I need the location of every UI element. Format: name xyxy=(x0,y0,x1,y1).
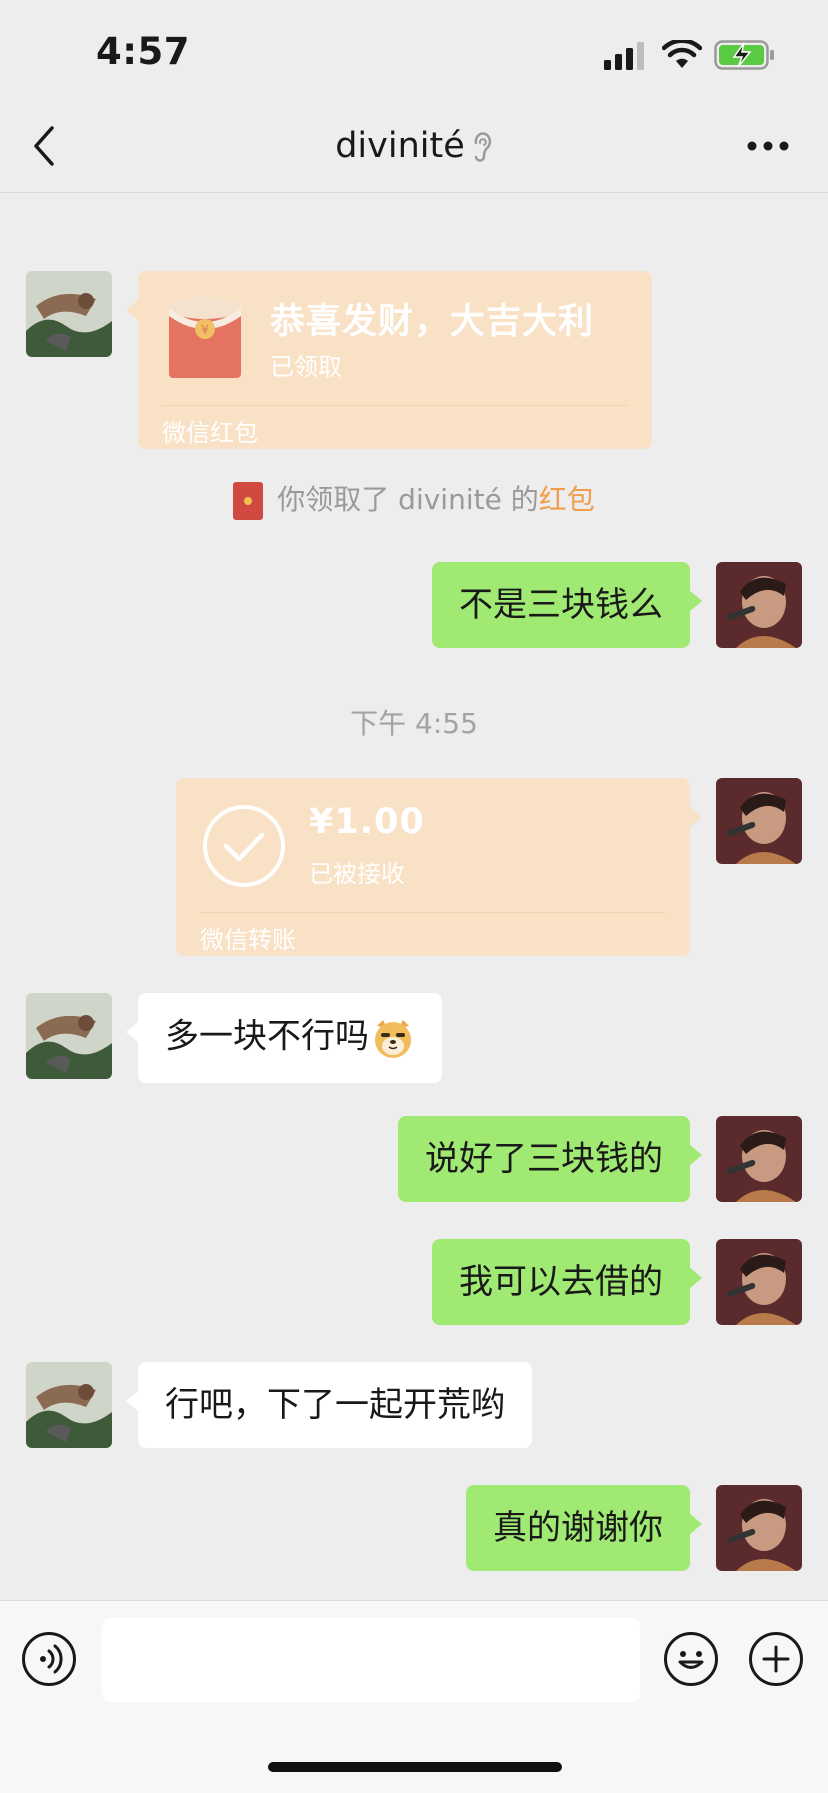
message-bubble-received[interactable]: 多一块不行吗 xyxy=(126,993,442,1083)
contact-avatar[interactable] xyxy=(26,993,112,1079)
self-avatar[interactable] xyxy=(716,1116,802,1202)
self-avatar[interactable] xyxy=(716,562,802,648)
wifi-icon xyxy=(662,40,702,68)
bubble-tail xyxy=(126,1021,139,1043)
chat-title-text: divinité xyxy=(335,126,465,166)
bubble-tail xyxy=(689,590,702,612)
message-bubble-sent[interactable]: 说好了三块钱的 xyxy=(398,1116,702,1202)
bubble-tail xyxy=(689,1513,702,1535)
transfer-status: 已被接收 xyxy=(309,860,405,888)
ellipsis-icon[interactable] xyxy=(746,140,790,152)
message-text: 行吧，下了一起开荒哟 xyxy=(165,1385,505,1425)
self-avatar[interactable] xyxy=(716,1485,802,1571)
red-packet-status: 已领取 xyxy=(270,353,342,381)
red-packet-footer: 微信红包 xyxy=(162,419,258,447)
system-note: 你领取了 divinité 的红包 xyxy=(0,478,828,520)
voice-button[interactable] xyxy=(22,1632,76,1686)
voice-icon xyxy=(40,1644,63,1674)
bubble-tail xyxy=(126,299,139,321)
self-avatar[interactable] xyxy=(716,1239,802,1325)
bubble-tail xyxy=(126,1390,139,1412)
ear-icon xyxy=(474,132,491,162)
time-divider: 下午 4:55 xyxy=(350,707,478,740)
message-bubble-sent[interactable]: 我可以去借的 xyxy=(432,1239,702,1325)
transfer-footer: 微信转账 xyxy=(200,926,296,954)
svg-text:¥: ¥ xyxy=(201,323,209,337)
status-time: 4:57 xyxy=(96,30,191,73)
message-bubble-sent[interactable]: 不是三块钱么 xyxy=(432,562,702,648)
red-packet-mini-icon xyxy=(233,482,264,520)
bubble-tail xyxy=(689,1144,702,1166)
red-packet-icon: ¥ xyxy=(169,297,241,378)
card-divider xyxy=(162,405,628,406)
message-text: 多一块不行吗 xyxy=(165,1016,369,1057)
chat-title: divinité xyxy=(0,124,828,168)
contact-avatar[interactable] xyxy=(26,1362,112,1448)
red-packet-card[interactable]: ¥ 恭喜发财，大吉大利 已领取 微信红包 xyxy=(126,271,652,449)
message-text: 不是三块钱么 xyxy=(459,585,663,625)
message-bubble-received[interactable]: 行吧，下了一起开荒哟 xyxy=(126,1362,532,1448)
red-packet-title: 恭喜发财，大吉大利 xyxy=(270,302,595,342)
transfer-amount: ¥1.00 xyxy=(309,802,425,842)
message-text: 我可以去借的 xyxy=(459,1262,663,1302)
emoji-button[interactable] xyxy=(664,1632,718,1686)
emoji-icon xyxy=(678,1651,704,1669)
message-input[interactable] xyxy=(102,1618,640,1702)
check-circle-icon xyxy=(203,805,285,887)
system-note-text: 你领取了 divinité 的 xyxy=(277,483,539,516)
bubble-tail xyxy=(689,1267,702,1289)
message-bubble-sent[interactable]: 真的谢谢你 xyxy=(466,1485,702,1571)
battery-charging-icon xyxy=(714,40,774,70)
message-text: 真的谢谢你 xyxy=(493,1508,663,1548)
plus-icon xyxy=(762,1645,790,1673)
contact-avatar[interactable] xyxy=(26,271,112,357)
home-indicator[interactable] xyxy=(268,1762,562,1772)
doge-emoji-icon xyxy=(375,1020,411,1058)
message-text: 说好了三块钱的 xyxy=(425,1139,663,1179)
bubble-tail xyxy=(689,806,702,828)
transfer-card[interactable]: ¥1.00 已被接收 微信转账 xyxy=(176,778,702,956)
self-avatar[interactable] xyxy=(716,778,802,864)
red-packet-link[interactable]: 红包 xyxy=(539,483,595,516)
plus-button[interactable] xyxy=(749,1632,803,1686)
signal-icon xyxy=(604,42,644,70)
card-divider xyxy=(200,912,666,913)
